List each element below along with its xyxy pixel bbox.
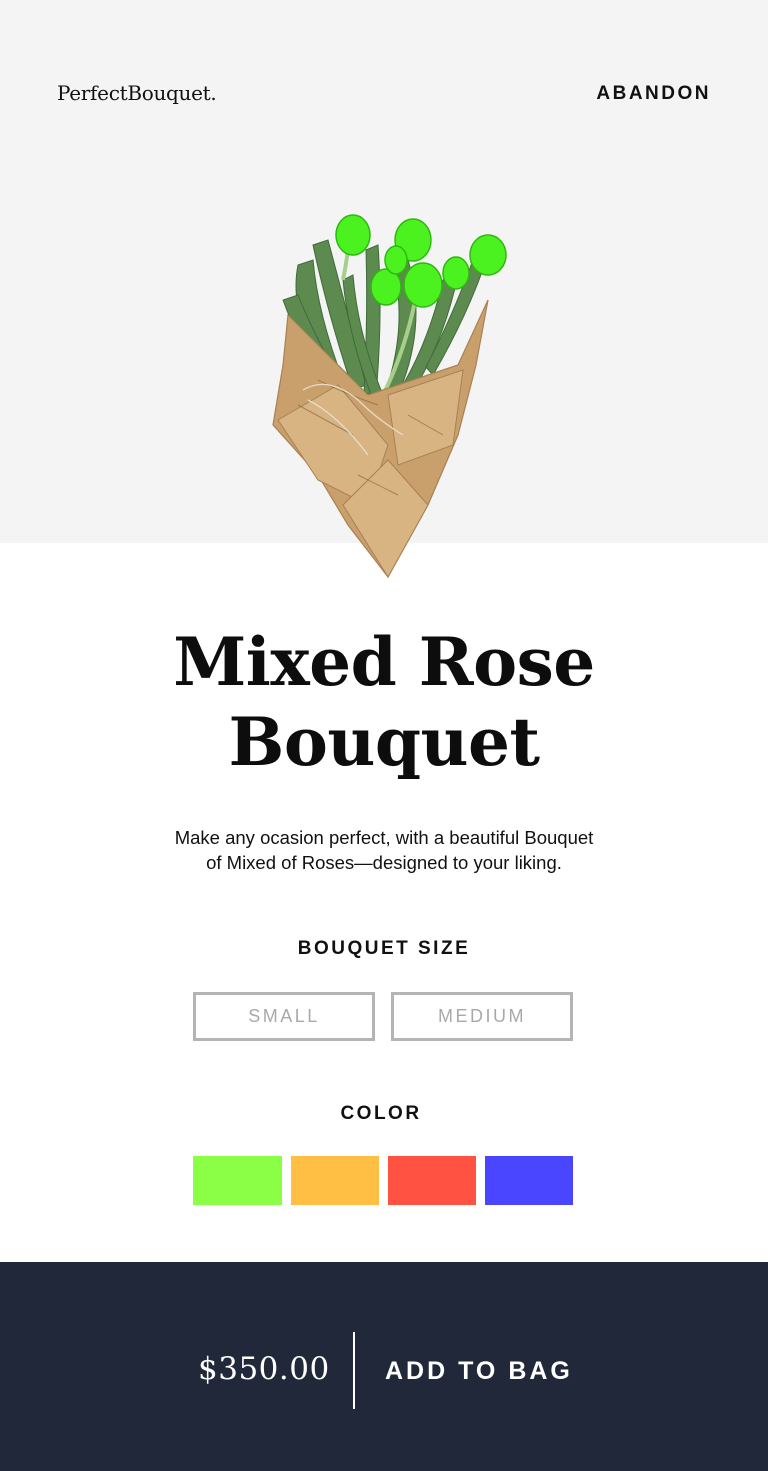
color-swatch-yellow[interactable] [291,1156,379,1205]
product-description: Make any ocasion perfect, with a beautif… [84,825,684,875]
product-title-line1: Mixed Rose [173,623,595,701]
color-swatch-green[interactable] [193,1156,282,1205]
product-title: Mixed Rose Bouquet [0,622,768,782]
description-line2: of Mixed of Roses—designed to your likin… [206,852,562,873]
size-small-button[interactable]: SMALL [193,992,375,1041]
color-swatch-red[interactable] [388,1156,476,1205]
color-swatch-blue[interactable] [485,1156,573,1205]
size-label: BOUQUET SIZE [297,938,471,959]
description-line1: Make any ocasion perfect, with a beautif… [174,827,594,848]
purchase-bar [0,1262,768,1471]
product-title-line2: Bouquet [228,703,540,781]
price: $350.00 [198,1351,330,1387]
size-medium-button[interactable]: MEDIUM [391,992,573,1041]
bouquet-image [272,214,507,579]
color-label: COLOR [340,1103,422,1124]
brand-logo[interactable]: PerfectBouquet. [57,81,217,105]
abandon-button[interactable]: ABANDON [596,83,711,105]
add-to-bag-button[interactable]: ADD TO BAG [385,1357,573,1386]
footer-divider [353,1332,355,1409]
